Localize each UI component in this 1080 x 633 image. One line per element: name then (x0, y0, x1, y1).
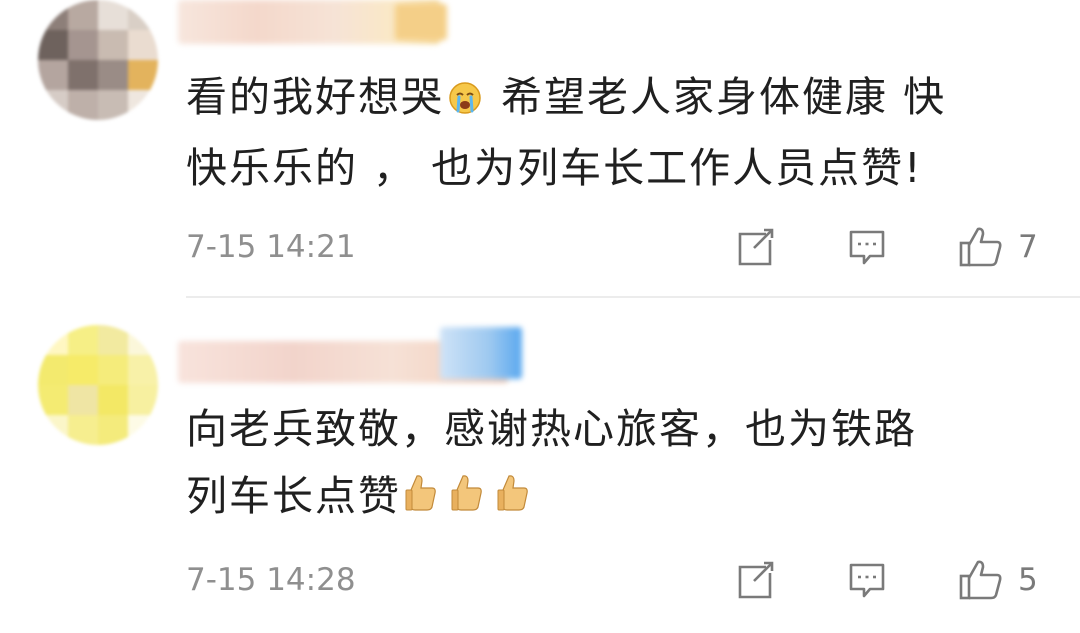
repost-button[interactable] (734, 224, 776, 270)
like-count: 7 (1018, 229, 1038, 265)
repost-button[interactable] (734, 557, 776, 603)
avatar[interactable] (38, 0, 158, 120)
comment-icon (849, 563, 885, 598)
timestamp: 7-15 14:28 (186, 562, 356, 598)
comment-text-line: 向老兵致敬，感谢热心旅客，也为铁路 (186, 405, 917, 453)
repost-icon (738, 561, 774, 599)
like-button[interactable]: 5 (958, 557, 1038, 603)
reply-button[interactable] (846, 224, 888, 270)
reply-button[interactable] (846, 557, 888, 603)
comment-text-line: 看的我好想哭 (186, 73, 444, 121)
repost-icon (738, 228, 774, 266)
comment-item: 向老兵致敬，感谢热心旅客，也为铁路 列车长点赞 7-15 14:28 5 (0, 297, 1080, 633)
comment-text: 看的我好想哭 希望老人家身体健康 快 快乐乐的 ， 也为列车长工作人员点赞! (186, 64, 1046, 202)
comment-list: 看的我好想哭 希望老人家身体健康 快 快乐乐的 ， 也为列车长工作人员点赞! 7… (0, 0, 1080, 633)
comment-text: 向老兵致敬，感谢热心旅客，也为铁路 列车长点赞 (186, 396, 1046, 534)
avatar[interactable] (38, 325, 158, 445)
thumbs-up-icon (959, 560, 1002, 600)
like-button[interactable]: 7 (958, 224, 1038, 270)
comment-item: 看的我好想哭 希望老人家身体健康 快 快乐乐的 ， 也为列车长工作人员点赞! 7… (0, 0, 1080, 298)
thumbs-up-emoji-icon (405, 467, 535, 534)
comment-icon (849, 230, 885, 265)
user-badge-icon (440, 327, 522, 379)
comment-meta: 7-15 14:21 7 (186, 224, 1080, 270)
thumbs-up-icon (959, 227, 1002, 267)
like-count: 5 (1018, 562, 1038, 598)
timestamp: 7-15 14:21 (186, 229, 356, 265)
crying-face-icon (448, 68, 482, 135)
comment-text-line: 列车长点赞 (186, 472, 401, 520)
comment-text-line: 希望老人家身体健康 快 (486, 73, 947, 121)
comment-text-line: 快乐乐的 ， 也为列车长工作人员点赞! (186, 144, 923, 192)
comment-meta: 7-15 14:28 5 (186, 557, 1080, 603)
user-badge-icon (395, 4, 447, 40)
